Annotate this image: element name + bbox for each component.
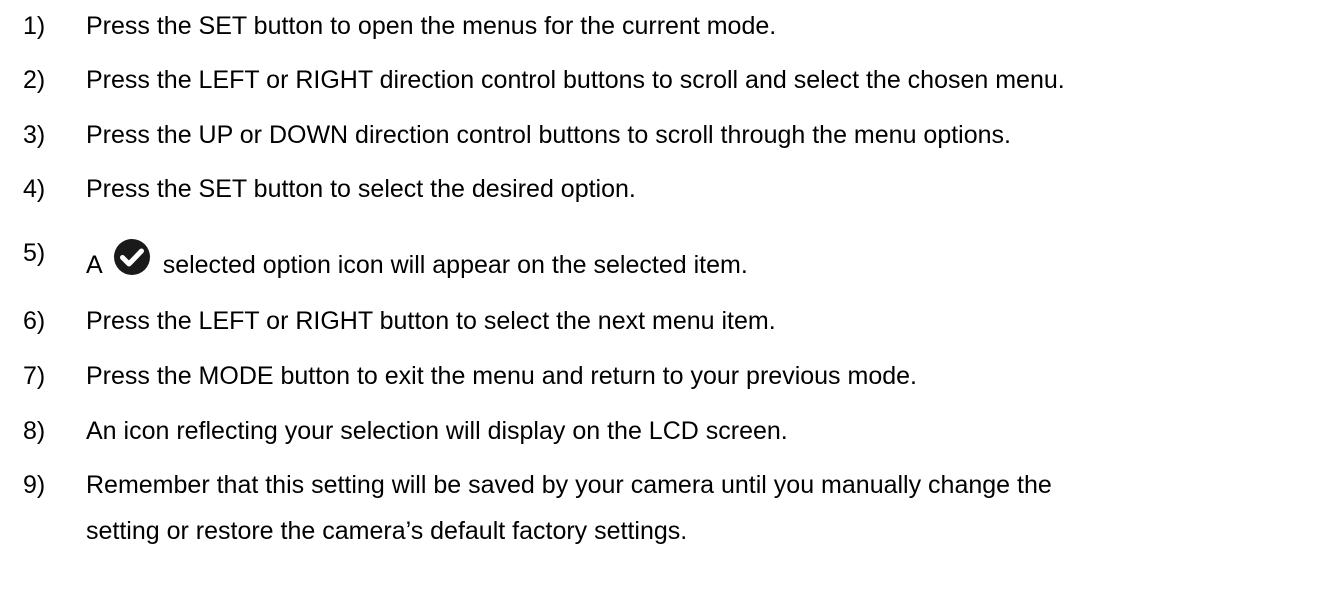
step-number: 1) bbox=[23, 12, 46, 40]
step-text: Press the SET button to select the desir… bbox=[86, 175, 636, 203]
step-number: 6) bbox=[23, 307, 46, 335]
step-text: Press the MODE button to exit the menu a… bbox=[86, 362, 917, 390]
step-text: An icon reflecting your selection will d… bbox=[86, 417, 788, 445]
step-number: 3) bbox=[23, 121, 46, 149]
step-text: Press the LEFT or RIGHT button to select… bbox=[86, 307, 776, 335]
check-circle-icon bbox=[113, 238, 151, 276]
step-number: 8) bbox=[23, 417, 46, 445]
instruction-list: 1) Press the SET button to open the menu… bbox=[0, 0, 1338, 601]
step-text-before-icon: A bbox=[86, 251, 103, 279]
step-number: 2) bbox=[23, 66, 46, 94]
step-number: 7) bbox=[23, 362, 46, 390]
step-text: Remember that this setting will be saved… bbox=[86, 471, 1052, 499]
step-number: 9) bbox=[23, 471, 46, 499]
step-text: Press the UP or DOWN direction control b… bbox=[86, 121, 1011, 149]
step-text-continuation: setting or restore the camera’s default … bbox=[86, 517, 688, 545]
step-text: Press the LEFT or RIGHT direction contro… bbox=[86, 66, 1065, 94]
step-number: 5) bbox=[23, 239, 46, 267]
step-text: Press the SET button to open the menus f… bbox=[86, 12, 777, 40]
step-number: 4) bbox=[23, 175, 46, 203]
step-text-after-icon: selected option icon will appear on the … bbox=[162, 251, 748, 279]
step-text-with-icon: Aselected option icon will appear on the… bbox=[86, 238, 1336, 280]
